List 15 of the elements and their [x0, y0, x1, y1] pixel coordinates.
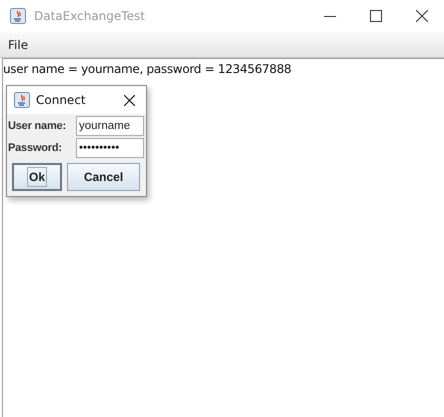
window-title: DataExchangeTest	[34, 9, 145, 23]
field-label: User name:	[8, 120, 67, 132]
dialog-title: Connect	[36, 93, 86, 107]
menu-item[interactable]: File	[8, 38, 28, 52]
field-label: Password:	[8, 142, 63, 154]
input-field[interactable]: ••••••••••	[76, 138, 144, 158]
dialog-button[interactable]: Ok	[12, 163, 62, 191]
maximize-icon[interactable]	[370, 10, 382, 22]
close-icon[interactable]	[416, 10, 428, 22]
java-icon	[10, 8, 26, 24]
dialog-button[interactable]: Cancel	[67, 163, 140, 191]
java-icon	[14, 92, 30, 108]
close-icon[interactable]	[124, 94, 135, 106]
input-field[interactable]: yourname	[76, 116, 144, 136]
text-area-value: user name = yourname, password = 1234567888	[3, 62, 292, 76]
